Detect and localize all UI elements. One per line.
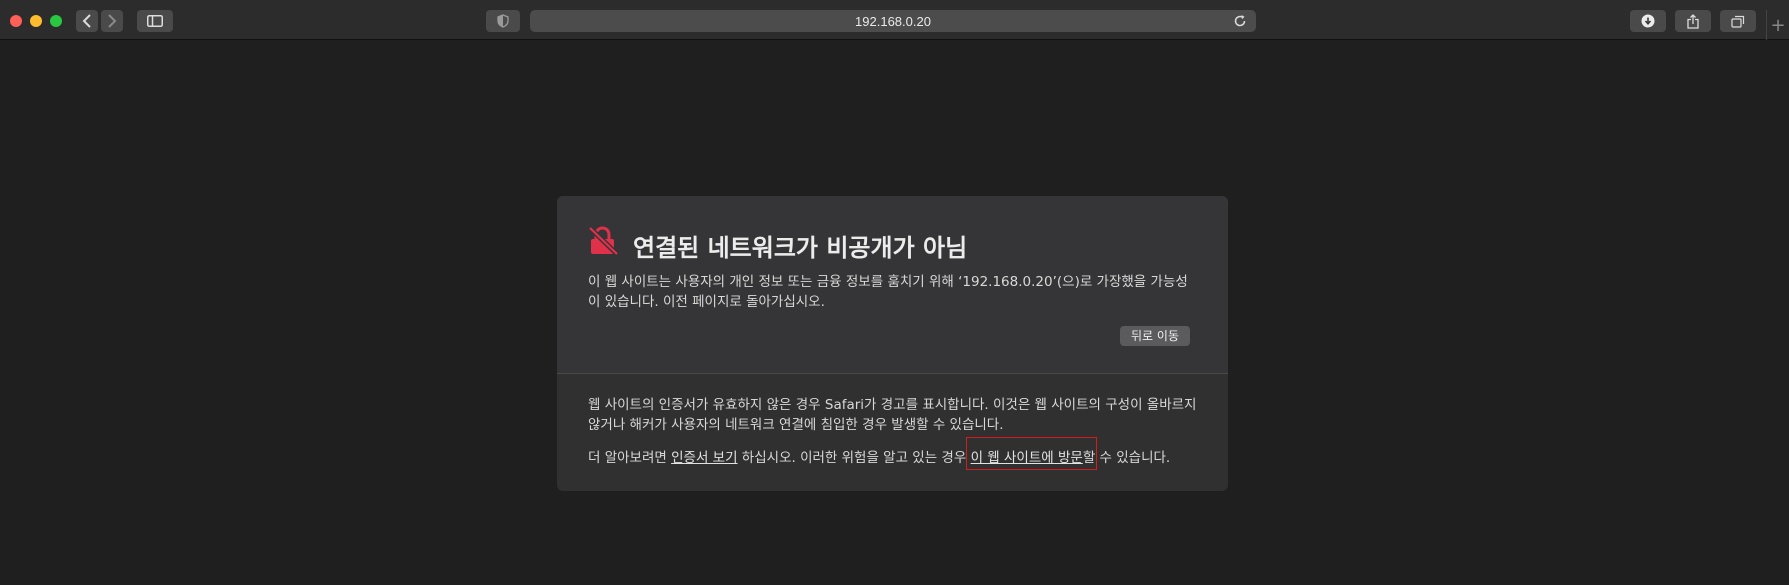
visit-website-link[interactable]: 이 웹 사이트에 방문 [971, 450, 1083, 466]
chevron-left-icon [82, 14, 91, 28]
downloads-button[interactable] [1630, 10, 1666, 32]
warning-description: 이 웹 사이트는 사용자의 개인 정보 또는 금융 정보를 훔치기 위해 ‘19… [588, 274, 1188, 310]
share-button[interactable] [1675, 10, 1711, 32]
view-certificate-link[interactable]: 인증서 보기 [671, 450, 737, 466]
download-icon [1641, 14, 1655, 28]
sidebar-button[interactable] [137, 10, 173, 32]
broken-lock-icon [588, 226, 619, 256]
tabs-icon [1731, 15, 1745, 28]
warning-title: 연결된 네트워크가 비공개가 아님 [633, 234, 968, 262]
visit-website-wrapper: 이 웹 사이트에 방문 [965, 437, 1097, 470]
new-tab-button[interactable]: + [1766, 10, 1789, 40]
more-info-prefix: 더 알아보려면 [588, 450, 672, 466]
certificate-warning-card: 연결된 네트워크가 비공개가 아님 이 웹 사이트는 사용자의 개인 정보 또는… [557, 196, 1228, 491]
chevron-right-icon [108, 14, 117, 28]
more-info-line: 더 알아보려면 인증서 보기 하십시오. 이러한 위험을 알고 있는 경우 이 … [588, 437, 1208, 470]
back-nav-button[interactable] [76, 10, 98, 32]
more-info-suffix: 할 수 있습니다. [1082, 450, 1171, 466]
sidebar-icon [147, 15, 163, 27]
url-text: 192.168.0.20 [855, 13, 931, 29]
privacy-report-button[interactable] [486, 10, 520, 32]
go-back-button[interactable]: 뒤로 이동 [1120, 326, 1190, 346]
reload-icon[interactable] [1233, 14, 1247, 28]
plus-icon: + [1770, 14, 1786, 36]
tab-overview-button[interactable] [1720, 10, 1756, 32]
minimize-window-button[interactable] [30, 15, 42, 27]
zoom-window-button[interactable] [50, 15, 62, 27]
share-icon [1687, 13, 1699, 29]
browser-toolbar: 192.168.0.20 + [0, 0, 1789, 40]
forward-nav-button[interactable] [101, 10, 123, 32]
shield-icon [497, 14, 509, 28]
close-window-button[interactable] [10, 15, 22, 27]
certificate-info-text: 웹 사이트의 인증서가 유효하지 않은 경우 Safari가 경고를 표시합니다… [588, 397, 1197, 433]
more-info-middle: 하십시오. 이러한 위험을 알고 있는 경우 [737, 450, 971, 466]
section-divider [557, 373, 1228, 374]
address-bar[interactable]: 192.168.0.20 [530, 10, 1256, 32]
